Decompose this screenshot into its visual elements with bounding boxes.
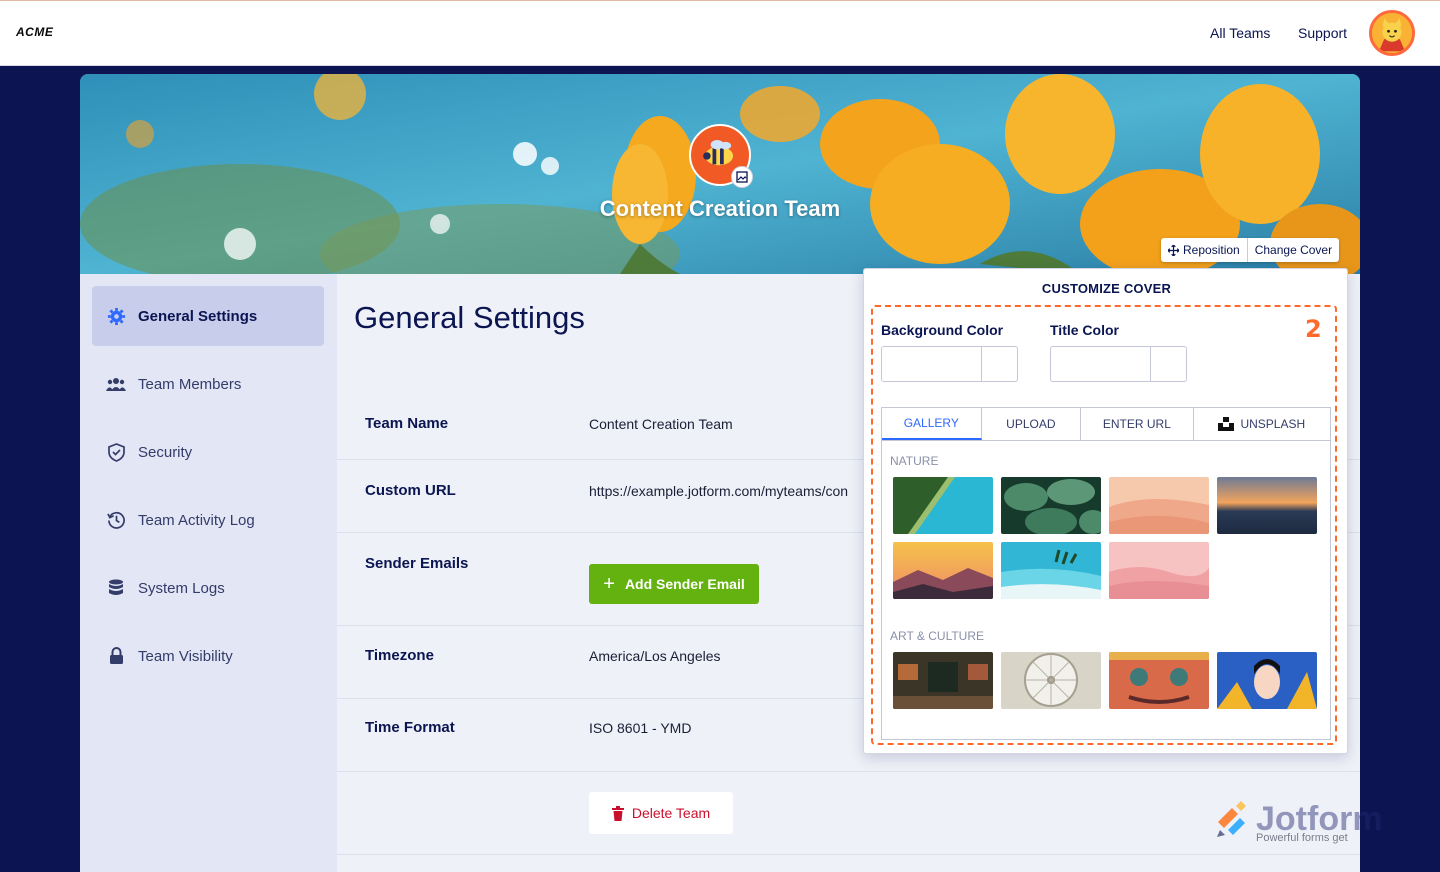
cover-thumb-dome[interactable] [1001,652,1101,709]
trash-icon [611,805,624,821]
cat-avatar-icon [1372,13,1412,53]
cover-thumb-desert[interactable] [1109,477,1209,534]
plus-icon: + [603,573,615,595]
sidebar-item-label: Team Activity Log [138,511,255,529]
database-icon [106,578,126,598]
cover-actions: Reposition Change Cover [1161,238,1340,262]
reposition-label: Reposition [1183,243,1240,257]
top-navbar: ACME All Teams Support [0,0,1440,66]
background-color-input[interactable] [881,346,1018,382]
image-edit-icon [736,171,748,183]
team-title: Content Creation Team [599,196,841,221]
sidebar-item-label: Security [138,443,193,461]
shield-icon [106,442,126,462]
sidebar-item-team-members[interactable]: Team Members [92,354,324,414]
background-color-label: Background Color [881,322,1004,338]
cover-thumb-beach[interactable] [1001,542,1101,599]
history-icon [106,510,126,530]
sidebar-item-label: Team Members [138,375,242,393]
page-title: General Settings [354,300,585,335]
unsplash-label: UNSPLASH [1240,417,1306,431]
title-color-input[interactable] [1050,346,1187,382]
sidebar-item-label: Team Visibility [138,647,233,665]
cover-thumb-mountains[interactable] [893,542,993,599]
row-label: Timezone [365,647,434,664]
panel-title: CUSTOMIZE COVER [1041,281,1172,296]
tab-enter-url[interactable]: ENTER URL [1081,408,1194,440]
sidebar-item-security[interactable]: Security [92,422,324,482]
delete-team-button[interactable]: Delete Team [589,792,733,834]
time-format-value[interactable]: ISO 8601 - YMD [589,720,691,736]
row-label: Sender Emails [365,555,469,572]
background-color-swatch[interactable] [981,347,1017,381]
sidebar-item-team-visibility[interactable]: Team Visibility [92,626,324,686]
cover-thumb-gallery-room[interactable] [893,652,993,709]
gallery-grid: NATURE ART & CULTURE [881,440,1331,740]
add-sender-email-button[interactable]: + Add Sender Email [589,564,759,604]
cover-thumb-sunset-sea[interactable] [1217,477,1317,534]
add-sender-email-label: Add Sender Email [624,576,745,592]
title-color-swatch[interactable] [1150,347,1186,381]
reposition-button[interactable]: Reposition [1161,238,1247,262]
timezone-value[interactable]: America/Los Angeles [589,648,721,664]
row-label: Team Name [365,415,449,432]
category-art-culture: ART & CULTURE [890,629,985,643]
category-nature: NATURE [890,454,939,468]
cover-thumb-mural-face[interactable] [1109,652,1209,709]
support-link[interactable]: Support [1298,25,1347,41]
jotform-tagline: Powerful forms get [1256,832,1348,844]
gear-icon [106,306,126,326]
sidebar-item-general-settings[interactable]: General Settings [92,286,324,346]
team-name-value[interactable]: Content Creation Team [589,416,733,432]
change-logo-button[interactable] [731,166,753,188]
delete-team-label: Delete Team [631,805,711,821]
users-icon [106,374,126,394]
row-label: Custom URL [365,482,456,499]
user-avatar[interactable] [1369,10,1415,56]
row-label: Time Format [365,719,455,736]
custom-url-value[interactable]: https://example.jotform.com/myteams/con [589,483,848,499]
sidebar-item-label: System Logs [138,579,225,597]
unsplash-icon [1218,417,1235,431]
sidebar-item-system-logs[interactable]: System Logs [92,558,324,618]
title-color-label: Title Color [1050,322,1119,338]
cover-thumb-leaves[interactable] [1001,477,1101,534]
cover-thumb-pink-hills[interactable] [1109,542,1209,599]
cover-thumb-illustration[interactable] [1217,652,1317,709]
all-teams-link[interactable]: All Teams [1210,25,1270,41]
tab-gallery[interactable]: GALLERY [882,408,982,440]
customize-cover-panel: CUSTOMIZE COVER 2 Background Color Title… [863,268,1348,754]
acme-logo[interactable]: ACME [16,25,53,39]
lock-icon [106,646,126,666]
step-number: 2 [1305,315,1322,343]
delete-row [337,772,1360,855]
jotform-watermark: Jotform Powerful forms get [1214,800,1383,845]
settings-sidebar: General Settings Team Members Security T… [80,274,337,872]
cover-source-tabs: GALLERY UPLOAD ENTER URL UNSPLASH [881,407,1331,440]
sidebar-item-team-activity-log[interactable]: Team Activity Log [92,490,324,550]
change-cover-label: Change Cover [1254,243,1333,257]
sidebar-item-label: General Settings [138,307,258,325]
jotform-logo-icon [1217,801,1246,837]
move-icon [1168,244,1179,256]
tab-upload[interactable]: UPLOAD [982,408,1082,440]
tab-unsplash[interactable]: UNSPLASH [1194,408,1330,440]
cover-thumb-forest-lake[interactable] [893,477,993,534]
change-cover-button[interactable]: Change Cover [1246,238,1339,262]
